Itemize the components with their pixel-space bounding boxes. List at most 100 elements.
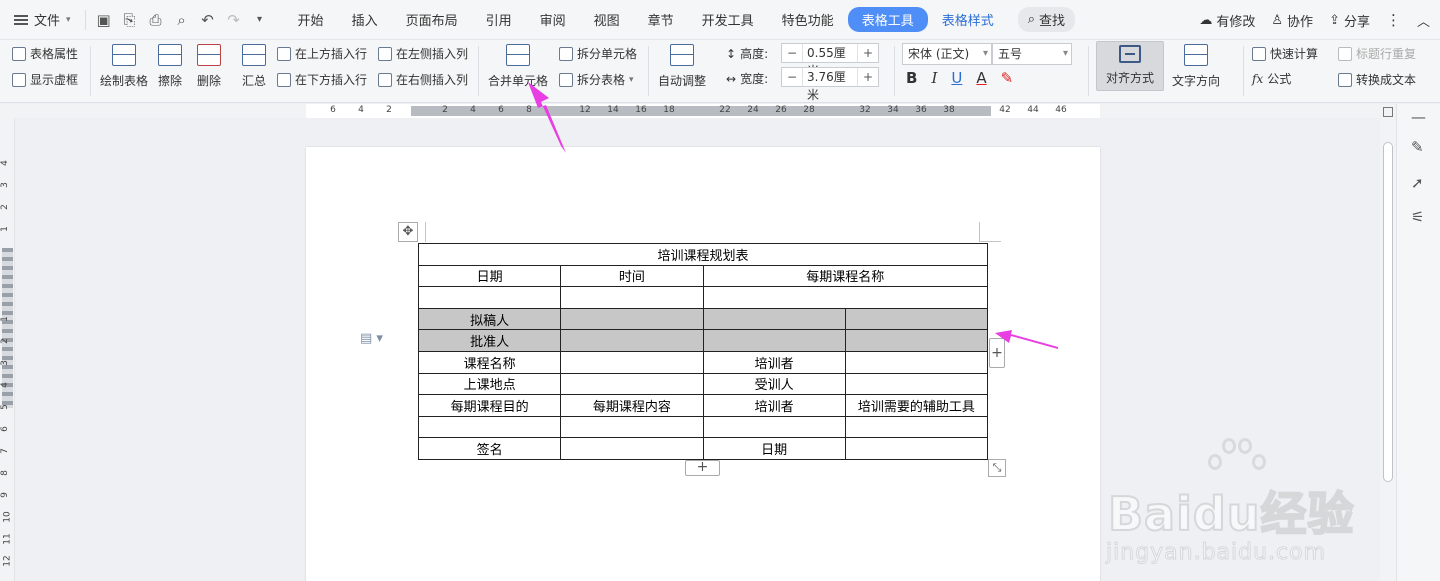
auto-fit-button[interactable]: 自动调整 xyxy=(658,44,706,89)
table-cell[interactable]: 时间 xyxy=(560,264,704,288)
collapse-ribbon-icon[interactable]: ︿ xyxy=(1417,11,1430,30)
tab-layout[interactable]: 页面布局 xyxy=(392,7,472,32)
table-cell[interactable]: 日期 xyxy=(702,437,846,460)
table-cell[interactable] xyxy=(702,286,988,309)
quick-calc-button[interactable]: 快速计算 xyxy=(1252,45,1318,62)
tab-insert[interactable]: 插入 xyxy=(338,7,392,32)
table-cell[interactable]: 拟稿人 xyxy=(417,307,562,331)
table-cell[interactable]: 每期课程内容 xyxy=(560,394,704,417)
redo-icon[interactable]: ↷ xyxy=(226,11,242,29)
pointer-icon[interactable]: ➚ xyxy=(1411,174,1424,192)
decrease-width-button[interactable]: − xyxy=(782,70,802,84)
height-value[interactable]: 0.55厘米 xyxy=(802,44,858,78)
increase-width-button[interactable]: + xyxy=(858,70,878,84)
tab-features[interactable]: 特色功能 xyxy=(768,7,848,32)
formula-button[interactable]: fx 公式 xyxy=(1252,70,1291,87)
scrollbar-thumb[interactable] xyxy=(1383,142,1393,482)
tab-references[interactable]: 引用 xyxy=(472,7,526,32)
modified-button[interactable]: ☁ 有修改 xyxy=(1199,11,1255,30)
vertical-scrollbar[interactable] xyxy=(1380,104,1396,581)
table-cell[interactable] xyxy=(844,307,989,331)
delete-button[interactable]: 删除 xyxy=(197,44,221,89)
sliders-icon[interactable]: ⚟ xyxy=(1411,208,1424,226)
collab-button[interactable]: ♙ 协作 xyxy=(1271,11,1313,30)
pen-icon[interactable]: ✎ xyxy=(1411,138,1424,156)
more-icon[interactable]: ⋮ xyxy=(1386,11,1401,29)
insert-row-below-button[interactable]: 在下方插入行 xyxy=(277,71,367,88)
font-name-select[interactable]: 宋体 (正文) xyxy=(902,43,992,65)
export-icon[interactable]: ⎘ xyxy=(122,11,138,29)
bold-icon[interactable]: B xyxy=(906,69,917,87)
tab-home[interactable]: 开始 xyxy=(284,7,338,32)
tab-developer[interactable]: 开发工具 xyxy=(688,7,768,32)
table-cell[interactable]: 培训者 xyxy=(702,350,846,374)
table-properties-button[interactable]: 表格属性 xyxy=(12,45,78,62)
table-cell[interactable] xyxy=(560,372,704,396)
vertical-ruler[interactable]: 4 3 2 1 1 2 3 4 5 6 7 8 9 10 11 12 xyxy=(0,118,15,581)
customize-icon[interactable]: ▾ xyxy=(252,14,268,25)
table-cell[interactable] xyxy=(844,437,989,460)
table-cell[interactable] xyxy=(844,350,989,374)
table-resize-handle[interactable]: ⤡ xyxy=(988,459,1006,477)
print-icon[interactable]: ⎙ xyxy=(148,11,164,29)
table-cell[interactable]: 日期 xyxy=(417,264,562,288)
table-cell[interactable] xyxy=(844,415,989,439)
font-color-icon[interactable]: A xyxy=(976,69,986,87)
height-stepper[interactable]: −0.55厘米+ xyxy=(781,43,879,78)
highlight-icon[interactable]: ✎ xyxy=(1001,69,1014,87)
table-cell[interactable] xyxy=(702,329,846,352)
table-cell[interactable] xyxy=(560,329,704,352)
table-cell[interactable] xyxy=(560,350,704,374)
erase-button[interactable]: 擦除 xyxy=(158,44,182,89)
file-menu[interactable]: 文件 ▾ xyxy=(0,10,81,29)
table-cell[interactable]: 培训者 xyxy=(702,394,846,417)
table-title-cell[interactable]: 培训课程规划表 xyxy=(418,243,988,266)
table-cell[interactable] xyxy=(702,415,846,439)
draw-table-button[interactable]: 绘制表格 xyxy=(100,44,148,89)
table-cell[interactable] xyxy=(560,437,704,460)
scroll-top-icon[interactable] xyxy=(1383,107,1393,117)
table-cell[interactable] xyxy=(844,329,989,352)
table-move-handle[interactable]: ✥ xyxy=(398,222,418,242)
italic-icon[interactable]: I xyxy=(931,69,937,87)
search-button[interactable]: ⌕ 查找 xyxy=(1017,7,1076,32)
text-direction-button[interactable]: 文字方向 xyxy=(1172,44,1220,89)
table-cell[interactable] xyxy=(560,415,704,439)
table-cell[interactable] xyxy=(844,372,989,396)
align-button[interactable]: 对齐方式 xyxy=(1096,41,1164,91)
table-cell[interactable]: 上课地点 xyxy=(417,372,562,396)
table-cell[interactable] xyxy=(417,415,562,439)
tab-view[interactable]: 视图 xyxy=(580,7,634,32)
increase-height-button[interactable]: + xyxy=(858,46,878,60)
table-cell[interactable]: 每期课程名称 xyxy=(702,264,988,288)
tab-section[interactable]: 章节 xyxy=(634,7,688,32)
insert-col-right-button[interactable]: 在右侧插入列 xyxy=(378,71,468,88)
table-cell[interactable]: 签名 xyxy=(417,437,562,460)
add-row-button[interactable]: + xyxy=(685,460,720,476)
table-cell[interactable] xyxy=(702,307,846,331)
merge-cells-button[interactable]: 合并单元格 xyxy=(488,44,548,89)
table-cell[interactable] xyxy=(417,286,562,309)
tab-table-style[interactable]: 表格样式 xyxy=(928,7,1008,32)
table-cell[interactable]: 每期课程目的 xyxy=(417,394,562,417)
insert-row-above-button[interactable]: 在上方插入行 xyxy=(277,45,367,62)
add-column-button[interactable]: + xyxy=(989,338,1005,368)
font-size-select[interactable]: 五号 xyxy=(992,43,1072,65)
repeat-header-button[interactable]: 标题行重复 xyxy=(1338,45,1416,62)
underline-icon[interactable]: U xyxy=(951,69,962,87)
tab-review[interactable]: 审阅 xyxy=(526,7,580,32)
table-cell[interactable]: 受训人 xyxy=(702,372,846,396)
table-cell[interactable]: 培训需要的辅助工具 xyxy=(844,394,989,417)
save-icon[interactable]: ▣ xyxy=(96,11,112,29)
table-cell[interactable]: 批准人 xyxy=(417,329,562,352)
table-cell[interactable]: 课程名称 xyxy=(417,350,562,374)
share-button[interactable]: ⇪ 分享 xyxy=(1329,11,1370,30)
training-plan-table[interactable]: 培训课程规划表 日期 时间 每期课程名称 拟稿人 批准人 课程名称 培训者 上课… xyxy=(417,243,989,460)
collapse-panel-icon[interactable]: — xyxy=(1411,108,1426,126)
split-table-button[interactable]: 拆分表格 ▾ xyxy=(559,71,634,88)
table-cell[interactable] xyxy=(560,307,704,331)
width-stepper[interactable]: −3.76厘米 + xyxy=(781,67,879,102)
horizontal-ruler[interactable]: 6 4 2 2 4 6 8 12 14 16 18 22 24 26 28 32 34 36 38 42 44 46 xyxy=(0,104,1380,118)
decrease-height-button[interactable]: − xyxy=(782,46,802,60)
width-value[interactable]: 3.76厘米 xyxy=(802,68,858,102)
